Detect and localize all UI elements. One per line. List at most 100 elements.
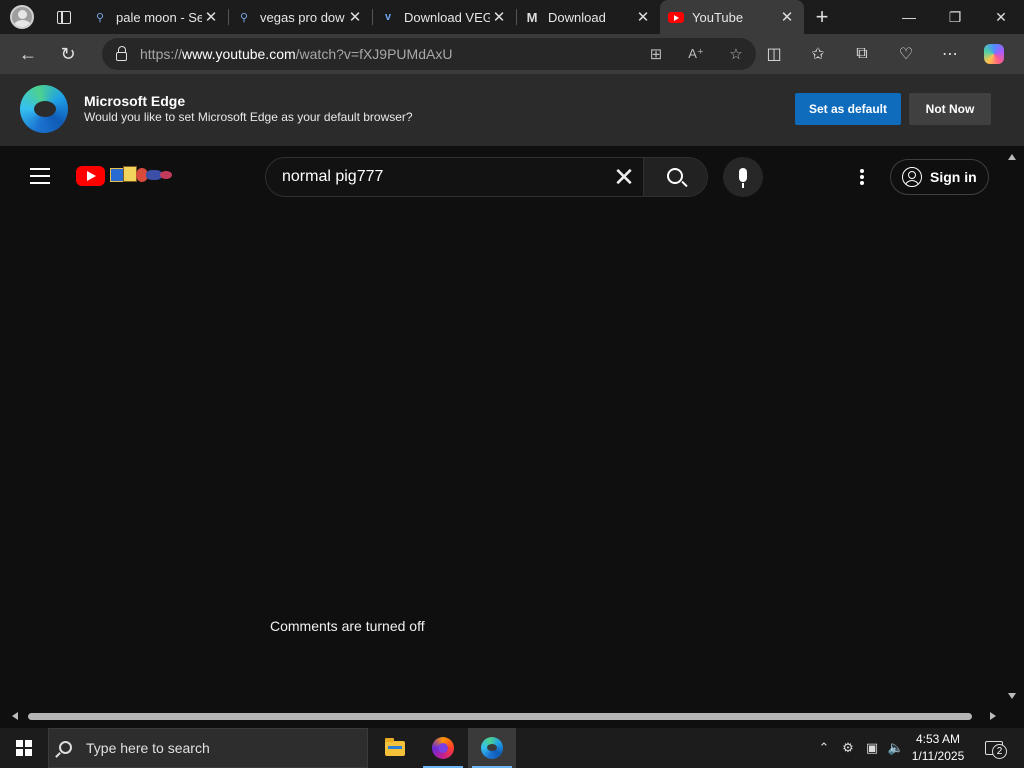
account-icon: [902, 167, 922, 187]
show-hidden-icons-chevron-icon[interactable]: ⌃: [812, 740, 836, 756]
url-host: www.youtube.com: [182, 46, 296, 62]
tab-download-vegas[interactable]: v Download VEG ✕: [372, 0, 516, 34]
url-text[interactable]: https://www.youtube.com/watch?v=fXJ9PUMd…: [140, 46, 636, 62]
tab-pale-moon[interactable]: ⚲ pale moon - Se ✕: [84, 0, 228, 34]
m-letter-icon: M: [526, 9, 538, 25]
taskbar-search[interactable]: Type here to search: [48, 728, 368, 768]
guide-menu-icon[interactable]: [30, 168, 50, 184]
firefox-button[interactable]: [419, 728, 467, 768]
scroll-left-arrow-icon[interactable]: [12, 712, 18, 720]
tab-title: vegas pro dow: [260, 9, 345, 25]
file-explorer-icon: [385, 737, 405, 756]
close-tab-icon[interactable]: ✕: [778, 8, 796, 26]
edge-logo-icon: [20, 85, 68, 133]
profile-avatar-icon: [10, 5, 34, 29]
tab-strip: ⚲ pale moon - Se ✕ ⚲ vegas pro dow ✕ v D…: [0, 0, 1024, 34]
copilot-icon[interactable]: [972, 34, 1016, 74]
browser-toolbar: ← ↻ https://www.youtube.com/watch?v=fXJ9…: [0, 34, 1024, 74]
browser-essentials-icon[interactable]: ♡: [884, 34, 928, 74]
more-menu-icon[interactable]: ⋯: [928, 34, 972, 74]
tab-actions-icon: [57, 10, 71, 24]
minimize-button[interactable]: —: [886, 0, 932, 34]
refresh-button[interactable]: ↻: [48, 34, 88, 74]
collections-icon[interactable]: ⧉: [840, 34, 884, 74]
profile-button[interactable]: [0, 0, 44, 34]
clear-search-icon[interactable]: ✕: [605, 158, 643, 196]
lock-icon: [115, 45, 127, 61]
scroll-down-arrow-icon[interactable]: [1008, 693, 1016, 699]
comments-status: Comments are turned off: [270, 618, 425, 634]
back-button[interactable]: ←: [8, 34, 48, 74]
close-window-button[interactable]: ✕: [978, 0, 1024, 34]
clock-date: 1/11/2025: [911, 749, 965, 763]
page-viewport: ✕ Sign in Comments are turned off: [4, 149, 1020, 727]
voice-search-button[interactable]: [723, 157, 763, 197]
volume-muted-icon[interactable]: 🔈: [884, 740, 908, 756]
taskbar-clock[interactable]: 4:53 AM 1/11/2025: [906, 731, 970, 765]
edge-icon: [481, 737, 503, 759]
edge-taskbar-button[interactable]: [468, 728, 516, 768]
close-tab-icon[interactable]: ✕: [202, 8, 220, 26]
youtube-icon: [668, 9, 684, 25]
window-controls: — ❐ ✕: [886, 0, 1024, 34]
sign-in-button[interactable]: Sign in: [890, 159, 989, 195]
clock-time: 4:53 AM: [915, 732, 961, 746]
search-icon: [666, 168, 683, 184]
url-path: /watch?v=fXJ9PUMdAxU: [295, 46, 453, 62]
address-bar[interactable]: https://www.youtube.com/watch?v=fXJ9PUMd…: [102, 38, 756, 70]
app-available-icon[interactable]: ⊞: [636, 38, 676, 70]
search-button[interactable]: [643, 158, 707, 196]
search-icon: [59, 740, 72, 754]
scrollbar-thumb[interactable]: [28, 713, 972, 720]
favorite-star-icon[interactable]: ☆: [716, 38, 756, 70]
start-button[interactable]: [0, 728, 48, 768]
close-tab-icon[interactable]: ✕: [346, 8, 364, 26]
firefox-icon: [432, 737, 454, 759]
search-icon: ⚲: [95, 11, 105, 24]
site-info-button[interactable]: [102, 45, 140, 61]
read-aloud-icon[interactable]: A⁺: [676, 38, 716, 70]
windows-logo-icon: [16, 740, 32, 756]
youtube-logo-icon[interactable]: [76, 166, 105, 186]
tab-title: Download: [548, 9, 606, 25]
search-input[interactable]: [266, 158, 605, 196]
v-letter-icon: v: [384, 11, 392, 23]
file-explorer-button[interactable]: [371, 728, 419, 768]
url-scheme: https://: [140, 46, 183, 62]
restore-button[interactable]: ❐: [932, 0, 978, 34]
sign-in-label: Sign in: [930, 169, 977, 185]
close-tab-icon[interactable]: ✕: [490, 8, 508, 26]
banner-subtitle: Would you like to set Microsoft Edge as …: [84, 110, 413, 124]
tab-actions-button[interactable]: [44, 0, 84, 34]
notification-center-button[interactable]: 2: [976, 736, 1012, 760]
tab-title: Download VEG: [404, 9, 490, 25]
taskbar-search-placeholder: Type here to search: [86, 740, 210, 756]
scroll-right-arrow-icon[interactable]: [990, 712, 996, 720]
split-screen-icon[interactable]: ◫: [752, 34, 796, 74]
set-as-default-button[interactable]: Set as default: [795, 93, 901, 125]
search-icon: ⚲: [239, 11, 249, 24]
youtube-doodle-logo[interactable]: [110, 164, 174, 186]
horizontal-scrollbar[interactable]: [4, 708, 1020, 724]
scroll-up-arrow-icon[interactable]: [1008, 154, 1016, 160]
default-browser-banner: Microsoft Edge Would you like to set Mic…: [0, 74, 1024, 146]
tab-vegas-pro[interactable]: ⚲ vegas pro dow ✕: [228, 0, 372, 34]
close-tab-icon[interactable]: ✕: [634, 8, 652, 26]
tab-download[interactable]: M Download ✕: [516, 0, 660, 34]
microphone-icon: [739, 168, 747, 188]
tab-title: YouTube: [692, 9, 744, 25]
youtube-search-box: ✕: [265, 157, 708, 197]
banner-title: Microsoft Edge: [84, 93, 186, 109]
not-now-button[interactable]: Not Now: [909, 93, 991, 125]
notification-count-badge: 2: [992, 744, 1007, 759]
windows-taskbar: Type here to search ⌃ ⚙ ▣ 🔈 4:53 AM 1/11…: [0, 728, 1024, 768]
tab-title: pale moon - Se: [116, 9, 202, 25]
toolbar-right-buttons: ◫ ✩ ⧉ ♡ ⋯: [752, 34, 1016, 74]
favorites-icon[interactable]: ✩: [796, 34, 840, 74]
system-tray: ⌃ ⚙ ▣ 🔈: [812, 728, 908, 768]
tab-youtube[interactable]: YouTube ✕: [660, 0, 804, 34]
settings-menu-icon[interactable]: [852, 167, 872, 187]
network-icon[interactable]: ▣: [860, 740, 884, 756]
new-tab-button[interactable]: +: [804, 0, 840, 34]
security-icon[interactable]: ⚙: [836, 740, 860, 756]
